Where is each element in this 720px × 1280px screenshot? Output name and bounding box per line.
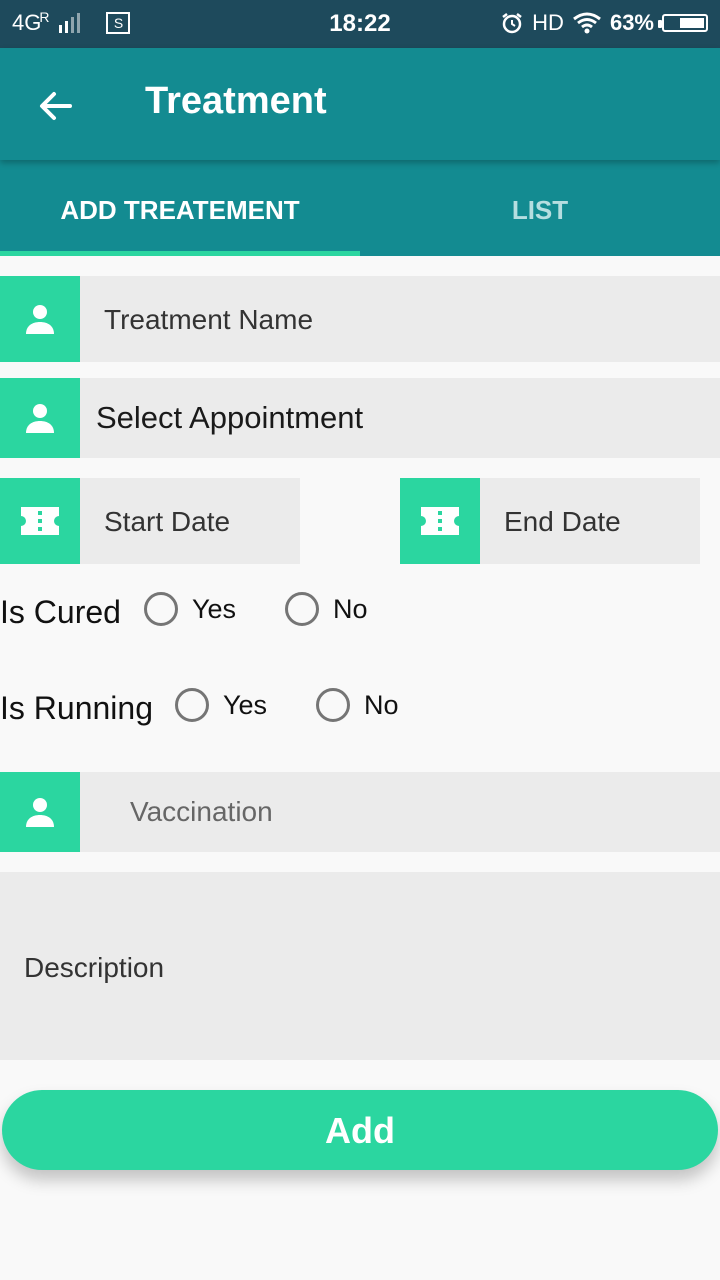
person-icon [26, 798, 54, 827]
status-right: HD 63% [500, 10, 708, 36]
radio-label-yes: Yes [192, 593, 237, 624]
is-cured-group: Is Cured Yes No [0, 584, 720, 644]
radio-label-no: No [364, 689, 399, 720]
radio-label-no: No [333, 593, 368, 624]
person-icon [26, 404, 54, 433]
start-date-field[interactable]: Start Date [0, 478, 300, 564]
treatment-name-field[interactable]: Treatment Name [0, 276, 720, 362]
radio-circle[interactable] [285, 592, 319, 626]
vaccination-placeholder: Vaccination [130, 796, 273, 827]
is-cured-no-radio[interactable]: No [285, 592, 368, 626]
description-placeholder: Description [24, 952, 165, 983]
description-field[interactable]: Description [0, 872, 720, 1060]
battery-icon [658, 14, 708, 32]
app-bar: Treatment [0, 48, 720, 160]
is-running-group: Is Running Yes No [0, 680, 720, 740]
is-running-yes-radio[interactable]: Yes [175, 688, 267, 722]
person-icon [26, 305, 54, 334]
radio-circle[interactable] [144, 592, 178, 626]
ticket-icon [421, 507, 459, 535]
is-cured-label: Is Cured [0, 594, 121, 630]
alarm-icon [502, 13, 522, 34]
hd-indicator: HD [532, 10, 564, 35]
treatment-name-placeholder: Treatment Name [104, 304, 314, 335]
tab-indicator [0, 251, 360, 256]
add-button[interactable]: Add [2, 1090, 718, 1170]
radio-circle[interactable] [316, 688, 350, 722]
radio-circle[interactable] [175, 688, 209, 722]
end-date-field[interactable]: End Date [400, 478, 700, 564]
appointment-select[interactable]: Select Appointment [0, 378, 720, 458]
wifi-icon [573, 12, 601, 34]
back-arrow-icon[interactable] [32, 82, 80, 130]
radio-label-yes: Yes [223, 689, 268, 720]
vaccination-field[interactable]: Vaccination [0, 772, 720, 852]
ticket-icon [21, 507, 59, 535]
person-icon-box [0, 276, 80, 362]
person-icon-box [0, 772, 80, 852]
page-title: Treatment [145, 80, 327, 122]
appointment-select-value: Select Appointment [96, 400, 364, 435]
tab-add-treatment[interactable]: ADD TREATEMENT [0, 160, 360, 256]
ticket-icon-box [400, 478, 480, 564]
battery-percent: 63% [609, 10, 654, 35]
is-cured-yes-radio[interactable]: Yes [144, 592, 236, 626]
ticket-icon-box [0, 478, 80, 564]
start-date-placeholder: Start Date [104, 506, 231, 537]
tab-bar: ADD TREATEMENT LIST [0, 160, 720, 256]
is-running-no-radio[interactable]: No [316, 688, 399, 722]
tab-list[interactable]: LIST [360, 160, 720, 256]
status-bar: 4G R S 18:22 HD 63% [0, 0, 720, 48]
end-date-placeholder: End Date [504, 506, 621, 537]
person-icon-box [0, 378, 80, 458]
is-running-label: Is Running [0, 690, 153, 726]
